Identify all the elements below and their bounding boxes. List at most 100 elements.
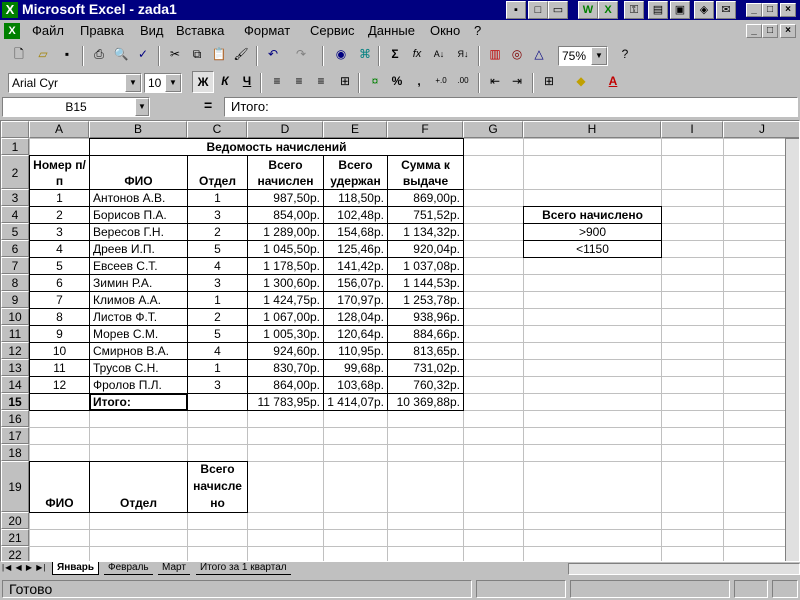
cell-payout[interactable]: 869,00р. [387, 189, 464, 207]
row-header-1[interactable]: 1 [1, 138, 29, 155]
undo-icon[interactable]: ↶ [262, 44, 284, 66]
cell-withheld[interactable]: 125,46р. [323, 240, 388, 258]
cell-payout[interactable]: 813,65р. [387, 342, 464, 360]
cell-fio[interactable]: Листов Ф.Т. [89, 308, 188, 326]
total-empty-c[interactable] [187, 393, 248, 411]
schedule-shortcut-icon[interactable]: ▤ [648, 1, 668, 19]
menu-window[interactable]: Окно [430, 23, 460, 38]
column-header-a[interactable]: A [29, 121, 89, 138]
open-icon[interactable]: ▱ [32, 44, 54, 66]
cell-payout[interactable]: 751,52р. [387, 206, 464, 224]
cell-accrued[interactable]: 1 005,30р. [247, 325, 324, 343]
cell-dept[interactable]: 4 [187, 342, 248, 360]
menu-file[interactable]: Файл [32, 23, 64, 38]
formula-input[interactable]: Итого: [224, 97, 798, 117]
worksheet-grid[interactable]: A B C D E F G H I J 1 2 3 4 5 6 7 8 9 10 11 12 13 14 15 16 17 18 19 2… [0, 120, 800, 562]
chevron-down-icon[interactable]: ▼ [591, 47, 607, 65]
cell-fio[interactable]: Зимин Р.А. [89, 274, 188, 292]
cell-dept[interactable]: 3 [187, 274, 248, 292]
row-header-22[interactable]: 22 [1, 546, 29, 561]
increase-indent-icon[interactable]: ⇥ [506, 71, 528, 93]
cell-dept[interactable]: 2 [187, 223, 248, 241]
menu-help[interactable]: ? [474, 23, 481, 38]
font-color-icon[interactable]: A [602, 71, 624, 93]
excel-app-icon[interactable]: X [2, 2, 18, 18]
extract-header-dept[interactable]: Отдел [89, 461, 188, 513]
sort-desc-icon[interactable]: Я↓ [452, 44, 474, 66]
extract-header-fio[interactable]: ФИО [29, 461, 90, 513]
header-dept[interactable]: Отдел [187, 155, 248, 190]
doc-restore-button[interactable]: □ [762, 24, 778, 38]
row-header-3[interactable]: 3 [1, 189, 29, 206]
row-header-4[interactable]: 4 [1, 206, 29, 223]
excel-shortcut-icon[interactable]: X [598, 1, 618, 19]
row-header-6[interactable]: 6 [1, 240, 29, 257]
word-shortcut-icon[interactable]: W [578, 1, 598, 19]
row-header-20[interactable]: 20 [1, 512, 29, 529]
table-title[interactable]: Ведомость начислений [89, 138, 464, 156]
chevron-down-icon[interactable]: ▼ [125, 74, 141, 92]
equals-sign[interactable]: = [204, 97, 212, 113]
cell-payout[interactable]: 1 144,53р. [387, 274, 464, 292]
row-header-8[interactable]: 8 [1, 274, 29, 291]
cell-dept[interactable]: 4 [187, 257, 248, 275]
cell-number[interactable]: 9 [29, 325, 90, 343]
document-icon[interactable]: X [4, 23, 20, 39]
cell-number[interactable]: 5 [29, 257, 90, 275]
menu-edit[interactable]: Правка [80, 23, 124, 38]
map-icon[interactable]: ◎ [506, 44, 528, 66]
cell-accrued[interactable]: 1 289,00р. [247, 223, 324, 241]
sort-asc-icon[interactable]: A↓ [428, 44, 450, 66]
merge-center-icon[interactable]: ⊞ [334, 71, 356, 93]
row-header-13[interactable]: 13 [1, 359, 29, 376]
cell-payout[interactable]: 1 253,78р. [387, 291, 464, 309]
tab-scroll-icons[interactable]: |◀ ◀ ▶ ▶| [2, 563, 46, 572]
total-withheld[interactable]: 1 414,07р. [323, 393, 388, 411]
row-header-15[interactable]: 15 [1, 393, 29, 410]
save-icon[interactable]: ▪ [56, 44, 78, 66]
doc-minimize-button[interactable]: _ [746, 24, 762, 38]
cell-number[interactable]: 6 [29, 274, 90, 292]
column-header-e[interactable]: E [323, 121, 387, 138]
sheet-tab-march[interactable]: Март [158, 562, 190, 575]
criteria-header[interactable]: Всего начислено [523, 206, 662, 224]
header-fio[interactable]: ФИО [89, 155, 188, 190]
comma-style-icon[interactable]: , [408, 71, 430, 93]
row-header-12[interactable]: 12 [1, 342, 29, 359]
cell-withheld[interactable]: 141,42р. [323, 257, 388, 275]
cell-fio[interactable]: Антонов А.В. [89, 189, 188, 207]
cut-icon[interactable]: ✂ [164, 44, 186, 66]
cell-payout[interactable]: 920,04р. [387, 240, 464, 258]
spelling-icon[interactable]: ✓ [132, 44, 154, 66]
menu-insert[interactable]: Вставка [176, 23, 224, 38]
cell-accrued[interactable]: 924,60р. [247, 342, 324, 360]
cell-accrued[interactable]: 1 045,50р. [247, 240, 324, 258]
cell-dept[interactable]: 1 [187, 291, 248, 309]
cell-dept[interactable]: 3 [187, 376, 248, 394]
column-header-c[interactable]: C [187, 121, 247, 138]
function-icon[interactable]: fx [406, 44, 428, 66]
cell-payout[interactable]: 938,96р. [387, 308, 464, 326]
row-header-2[interactable]: 2 [1, 155, 29, 189]
cell-withheld[interactable]: 99,68р. [323, 359, 388, 377]
cell-withheld[interactable]: 102,48р. [323, 206, 388, 224]
cell-withheld[interactable]: 128,04р. [323, 308, 388, 326]
borders-icon[interactable]: ⊞ [538, 71, 560, 93]
cell-withheld[interactable]: 103,68р. [323, 376, 388, 394]
row-header-18[interactable]: 18 [1, 444, 29, 461]
column-header-i[interactable]: I [661, 121, 723, 138]
menu-format[interactable]: Формат [244, 23, 290, 38]
cell-withheld[interactable]: 110,95р. [323, 342, 388, 360]
web-icon[interactable]: ◉ [330, 44, 352, 66]
select-all-button[interactable] [1, 121, 29, 138]
cell-number[interactable]: 8 [29, 308, 90, 326]
binder-shortcut-icon[interactable]: ▣ [670, 1, 690, 19]
cell-dept[interactable]: 1 [187, 189, 248, 207]
row-header-17[interactable]: 17 [1, 427, 29, 444]
sheet-tab-february[interactable]: Февраль [104, 562, 153, 575]
row-header-9[interactable]: 9 [1, 291, 29, 308]
cell-payout[interactable]: 760,32р. [387, 376, 464, 394]
cell-dept[interactable]: 5 [187, 240, 248, 258]
row-header-11[interactable]: 11 [1, 325, 29, 342]
row-header-14[interactable]: 14 [1, 376, 29, 393]
